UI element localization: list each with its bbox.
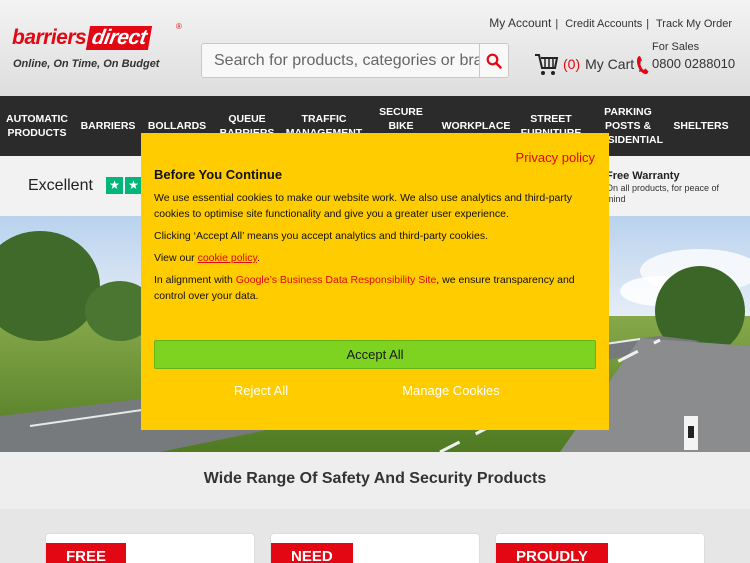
top-links: My Account | Credit Accounts | Track My Or… — [489, 16, 732, 30]
search-icon — [486, 53, 502, 69]
card-tag: NEED — [271, 543, 353, 563]
track-order-link[interactable]: Track My Order — [656, 18, 732, 30]
nav-item-barriers[interactable]: BARRIERS — [76, 96, 140, 156]
logo-registered-mark: ® — [176, 22, 182, 31]
my-account-link[interactable]: My Account — [489, 16, 551, 30]
cookie-consent-dialog: Privacy policy Before You Continue We us… — [141, 133, 609, 430]
cookie-text-usage: We use essential cookies to make our web… — [154, 192, 573, 220]
cookie-text-google: In alignment with Google’s Business Data… — [154, 274, 575, 302]
cart-icon — [535, 54, 559, 75]
reject-all-button[interactable]: Reject All — [231, 380, 291, 400]
sales-label: For Sales — [652, 41, 700, 53]
cart-link[interactable]: (0) My Cart | — [533, 50, 642, 78]
nav-item-automatic-products[interactable]: AUTOMATIC PRODUCTS — [0, 96, 74, 156]
cart-count: (0) — [563, 56, 581, 72]
card-tag: PROUDLY — [496, 543, 608, 563]
cart-label: My Cart — [585, 56, 635, 72]
trustpilot-rating-word: Excellent — [28, 177, 93, 194]
search-button[interactable] — [479, 44, 508, 77]
feature-card[interactable]: NEED — [270, 533, 480, 563]
warranty-text: On all products, for peace of mind — [606, 183, 720, 204]
card-tag: FREE — [46, 543, 127, 563]
logo-tagline: Online, On Time, On Budget — [13, 58, 160, 70]
cookie-text-accept-info: Clicking ‘Accept All’ means you accept a… — [154, 230, 489, 242]
star-icon: ★ — [125, 177, 142, 194]
sales-phone-block[interactable]: For Sales 0800 0288010 — [636, 41, 746, 77]
feature-card[interactable]: PROUDLY — [495, 533, 705, 563]
accept-all-button[interactable]: Accept All — [154, 340, 596, 369]
logo-wordmark: barriers direct — [12, 26, 153, 50]
manage-cookies-button[interactable]: Manage Cookies — [396, 380, 506, 400]
nav-item-shelters[interactable]: SHELTERS — [668, 96, 734, 156]
warranty-title: Free Warranty — [606, 170, 680, 182]
phone-icon — [637, 56, 649, 75]
search-bar — [201, 43, 509, 78]
section-title: Wide Range Of Safety And Security Produc… — [203, 470, 547, 487]
cookie-dialog-title: Before You Continue — [154, 167, 283, 182]
privacy-policy-link[interactable]: Privacy policy — [516, 150, 595, 165]
feature-card[interactable]: FREE — [45, 533, 255, 563]
search-input[interactable] — [202, 44, 480, 77]
cookie-policy-link[interactable]: cookie policy — [198, 252, 257, 264]
site-header: barriers direct ® Online, On Time, On Bud… — [0, 0, 750, 96]
star-icon: ★ — [106, 177, 123, 194]
sales-phone-number[interactable]: 0800 0288010 — [652, 56, 735, 71]
trustpilot-stars: ★ ★ — [106, 177, 144, 194]
google-business-data-link[interactable]: Google’s Business Data Responsibility Si… — [236, 274, 437, 286]
credit-accounts-link[interactable]: Credit Accounts — [565, 18, 642, 30]
site-logo[interactable]: barriers direct ® Online, On Time, On Bud… — [12, 22, 182, 72]
cookie-text-policy: View our cookie policy. — [154, 252, 260, 264]
